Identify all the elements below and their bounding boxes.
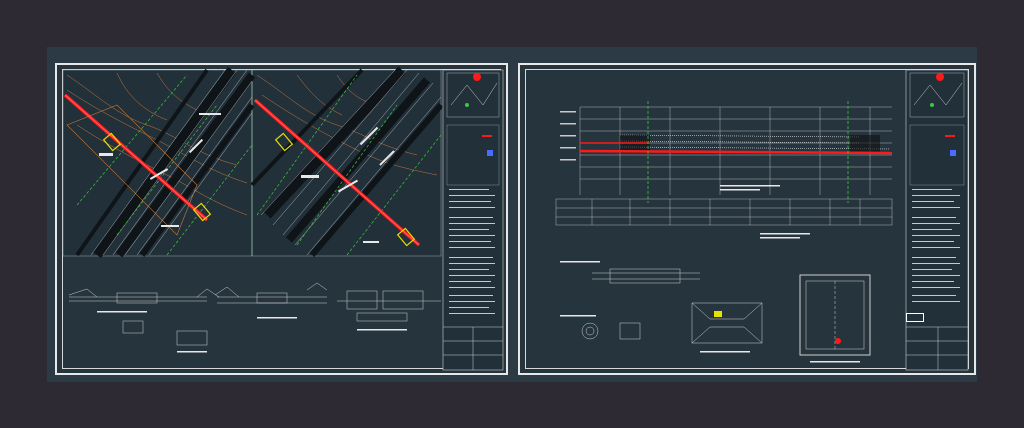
logo-icon	[936, 73, 944, 81]
profile-annotations	[720, 185, 810, 239]
selection-box[interactable]	[906, 313, 924, 322]
title-block[interactable]	[442, 69, 504, 371]
detail-drawings	[581, 268, 871, 356]
marker-icon	[835, 338, 841, 344]
section-details	[68, 282, 441, 346]
profile-ground	[619, 134, 891, 150]
profile-row-labels	[560, 111, 576, 161]
section-notes	[97, 311, 407, 353]
logo-icon	[473, 73, 481, 81]
detail-notes	[560, 261, 860, 363]
drawing-sheet-profile[interactable]	[518, 63, 976, 375]
profile-drawing	[555, 69, 969, 371]
cad-canvas[interactable]	[47, 47, 977, 382]
profile-data-table	[555, 198, 893, 226]
plan-drawing	[62, 66, 504, 371]
drawing-sheet-plan[interactable]	[55, 63, 508, 375]
title-block[interactable]	[905, 69, 969, 371]
